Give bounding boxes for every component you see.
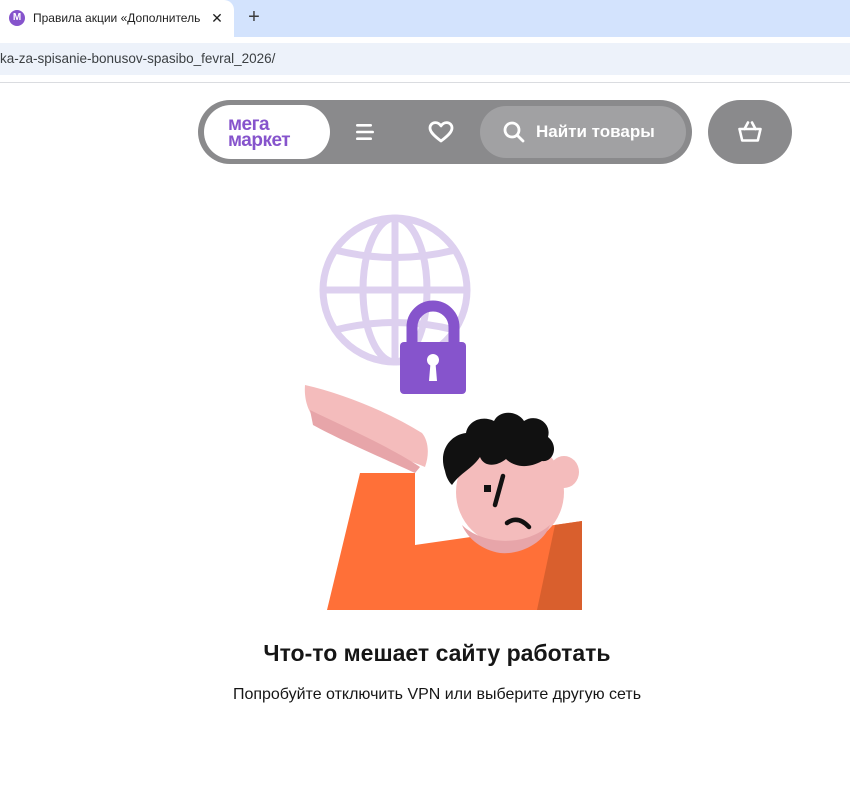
browser-tab[interactable]: M Правила акции «Дополнитель ✕: [0, 0, 234, 37]
search-button[interactable]: Найти товары: [480, 106, 686, 158]
lock-icon: [400, 300, 466, 394]
search-label: Найти товары: [536, 122, 655, 141]
url-field[interactable]: ka-za-spisanie-bonusov-spasibo_fevral_20…: [0, 43, 850, 75]
url-text: ka-za-spisanie-bonusov-spasibo_fevral_20…: [0, 51, 276, 66]
person-figure: [304, 385, 582, 610]
megamarket-favicon-icon: M: [9, 10, 25, 26]
logo-text-line2: маркет: [228, 130, 291, 151]
blocked-connection-illustration: [304, 214, 582, 610]
catalog-menu-button[interactable]: [352, 118, 380, 146]
heart-icon: [428, 121, 454, 143]
close-tab-icon[interactable]: ✕: [208, 9, 226, 27]
search-icon: [503, 121, 525, 143]
cart-button[interactable]: [708, 100, 792, 164]
chrome-divider: [0, 82, 850, 83]
globe-icon: [319, 214, 471, 366]
site-header: мега маркет Найти товары: [198, 100, 692, 164]
favorites-button[interactable]: [427, 118, 455, 146]
error-title: Что-то мешает сайту работать: [263, 640, 611, 666]
browser-tab-bar: M Правила акции «Дополнитель ✕ +: [0, 0, 850, 37]
hamburger-menu-icon: [356, 124, 374, 140]
megamarket-logo[interactable]: мега маркет: [204, 105, 330, 159]
basket-icon: [738, 121, 762, 142]
new-tab-button[interactable]: +: [243, 6, 265, 28]
error-subtitle: Попробуйте отключить VPN или выберите др…: [232, 686, 642, 703]
address-bar: ka-za-spisanie-bonusov-spasibo_fevral_20…: [0, 37, 850, 83]
tab-title: Правила акции «Дополнитель: [33, 11, 201, 25]
